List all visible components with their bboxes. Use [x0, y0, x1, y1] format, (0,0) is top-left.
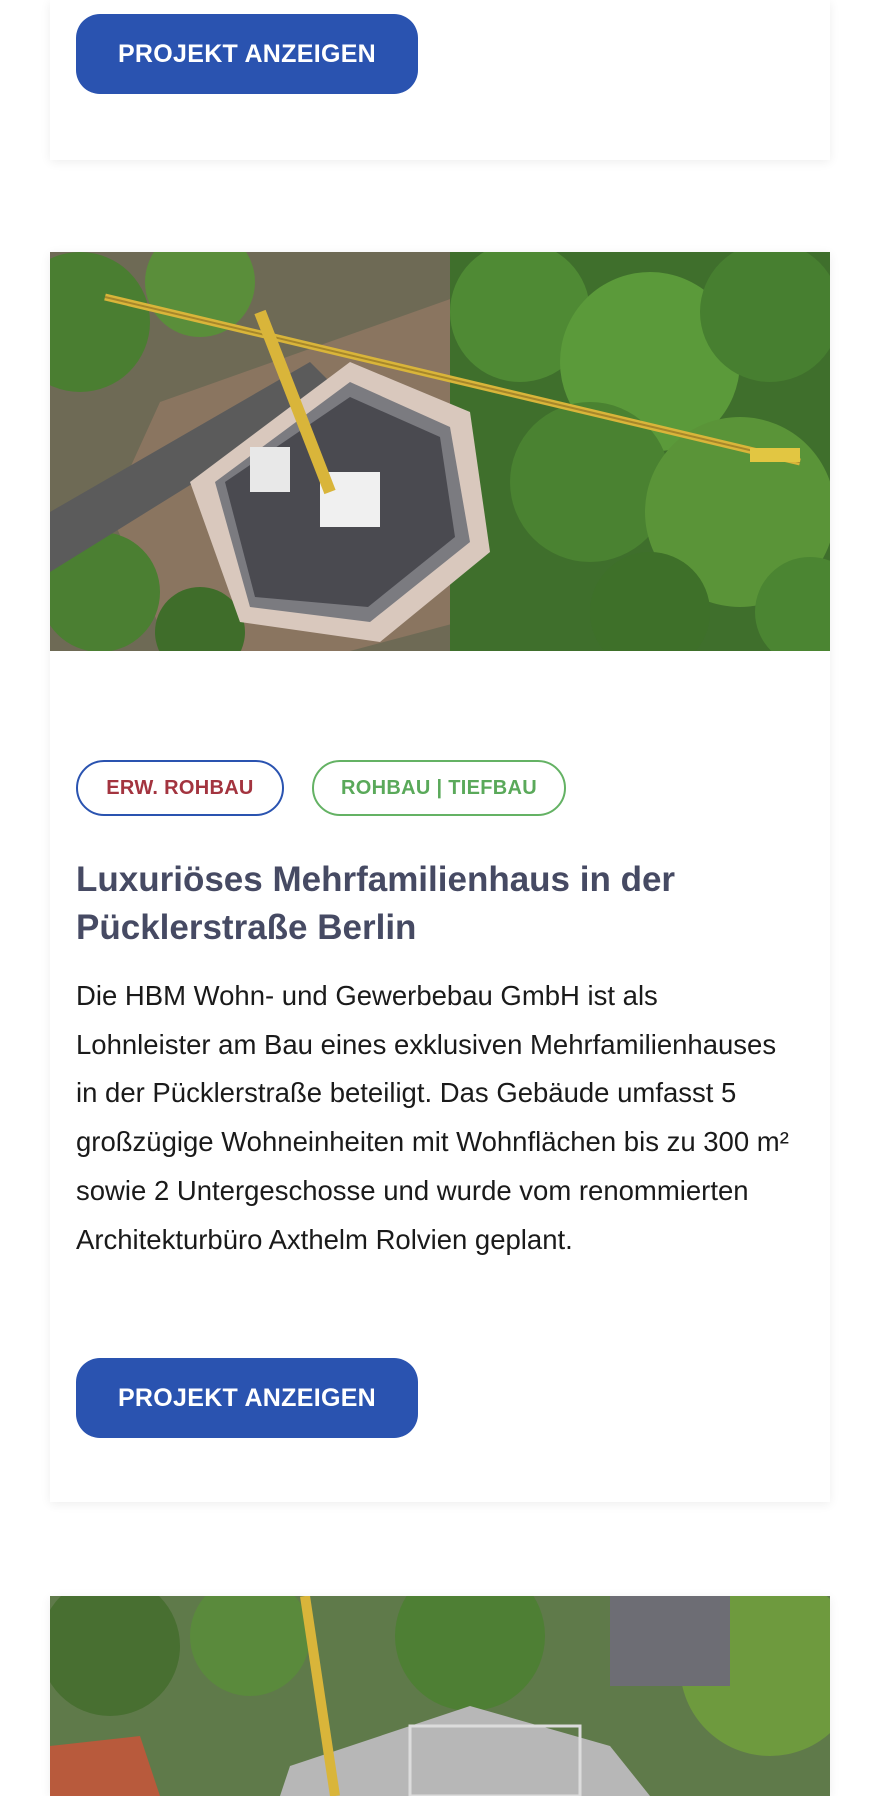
show-project-button[interactable]: PROJEKT ANZEIGEN — [76, 1358, 418, 1438]
tag-list: ERW. ROHBAU ROHBAU | TIEFBAU — [76, 760, 566, 816]
project-photo[interactable] — [50, 252, 830, 651]
project-card: ERW. ROHBAU ROHBAU | TIEFBAU Luxuriöses … — [50, 252, 830, 1502]
tag-erw-rohbau[interactable]: ERW. ROHBAU — [76, 760, 284, 816]
show-project-button[interactable]: PROJEKT ANZEIGEN — [76, 14, 418, 94]
tag-rohbau-tiefbau[interactable]: ROHBAU | TIEFBAU — [312, 760, 566, 816]
project-card: PROJEKT ANZEIGEN — [50, 0, 830, 160]
project-photo[interactable] — [50, 1596, 830, 1796]
project-title: Luxuriöses Mehrfamilienhaus in der Pückl… — [76, 860, 676, 947]
project-card — [50, 1596, 830, 1796]
project-description: Die HBM Wohn- und Gewerbebau GmbH ist al… — [76, 980, 789, 1255]
